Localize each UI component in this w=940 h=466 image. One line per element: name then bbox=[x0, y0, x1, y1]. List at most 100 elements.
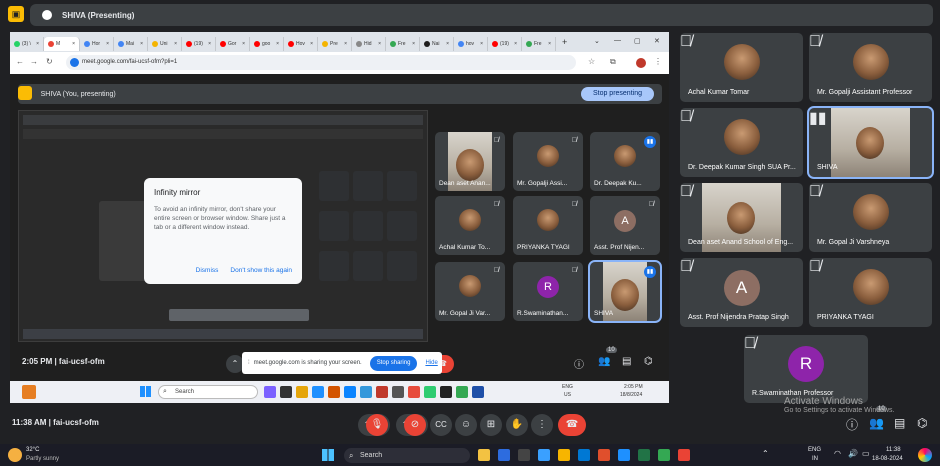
inner-chat-icon[interactable]: ▤ bbox=[622, 356, 631, 367]
browser-tab[interactable]: goo × bbox=[250, 37, 284, 51]
browser-tab[interactable]: Fre × bbox=[522, 37, 556, 51]
taskbar-app-icon[interactable] bbox=[498, 449, 510, 461]
browser-tab[interactable]: Hid × bbox=[352, 37, 386, 51]
participant-tile[interactable]: 🎙̸ Mr. Gopal Ji Var... bbox=[435, 262, 505, 321]
inner-taskbar-app-icon[interactable] bbox=[312, 386, 324, 398]
bookmark-star-icon[interactable]: ☆ bbox=[588, 57, 595, 66]
tab-close-icon[interactable]: × bbox=[174, 41, 177, 47]
browser-tab[interactable]: Nai × bbox=[420, 37, 454, 51]
browser-tab[interactable]: Mai × bbox=[114, 37, 148, 51]
inner-activities-icon[interactable]: ⌬ bbox=[644, 356, 653, 367]
copilot-icon[interactable] bbox=[918, 448, 932, 462]
participant-tile[interactable]: 🎙̸ Dean aset Anan... bbox=[435, 132, 505, 191]
present-screen-icon[interactable]: ⊞ bbox=[480, 414, 502, 436]
taskbar-app-icon[interactable] bbox=[678, 449, 690, 461]
end-call-icon[interactable]: ☎ bbox=[558, 414, 586, 436]
browser-tab[interactable]: Gor × bbox=[216, 37, 250, 51]
inner-taskbar-app-icon[interactable] bbox=[408, 386, 420, 398]
site-info-icon[interactable] bbox=[70, 58, 79, 67]
participant-tile[interactable]: A 🎙̸ Asst. Prof Nijen... bbox=[590, 196, 660, 255]
tab-close-icon[interactable]: × bbox=[276, 41, 279, 47]
tab-search-icon[interactable]: ⌄ bbox=[594, 37, 600, 45]
participant-tile[interactable]: 🎙̸ Dean aset Anand School of Eng... bbox=[680, 183, 803, 252]
inner-taskbar-app-icon[interactable] bbox=[328, 386, 340, 398]
inner-notification-icon[interactable] bbox=[22, 385, 36, 399]
participant-tile[interactable]: ▮▮ SHIVA bbox=[807, 106, 934, 179]
activities-icon[interactable]: ⌬ bbox=[917, 416, 927, 430]
stop-presenting-button[interactable]: Stop presenting bbox=[580, 87, 654, 101]
browser-tab[interactable]: (3) \ × bbox=[10, 37, 44, 51]
url-input[interactable]: meet.google.com/fai-ucsf-ofm?pli=1 bbox=[66, 55, 576, 70]
taskbar-app-icon[interactable] bbox=[638, 449, 650, 461]
inner-taskbar-app-icon[interactable] bbox=[344, 386, 356, 398]
more-options-icon[interactable]: ⋮ bbox=[531, 414, 553, 436]
weather-icon[interactable] bbox=[8, 448, 22, 462]
meeting-info-icon[interactable]: ⓘ bbox=[846, 416, 858, 433]
tab-close-icon[interactable]: × bbox=[72, 41, 75, 47]
tab-close-icon[interactable]: × bbox=[106, 41, 109, 47]
tab-close-icon[interactable]: × bbox=[208, 41, 211, 47]
browser-tab[interactable]: Hov × bbox=[284, 37, 318, 51]
browser-tab[interactable]: Hor × bbox=[80, 37, 114, 51]
taskbar-app-icon[interactable] bbox=[658, 449, 670, 461]
participant-tile[interactable]: 🎙̸ Mr. Gopal Ji Varshneya bbox=[809, 183, 932, 252]
inner-taskbar-app-icon[interactable] bbox=[424, 386, 436, 398]
stop-sharing-button[interactable]: Stop sharing bbox=[369, 355, 418, 371]
participant-tile[interactable]: R 🎙̸ R.Swaminathan Professor bbox=[744, 335, 868, 403]
browser-tab[interactable]: Uni × bbox=[148, 37, 182, 51]
taskbar-app-icon[interactable] bbox=[518, 449, 530, 461]
minimize-icon[interactable]: — bbox=[614, 37, 621, 44]
present-icon[interactable]: ▣ bbox=[8, 6, 24, 22]
taskbar-app-icon[interactable] bbox=[558, 449, 570, 461]
battery-icon[interactable]: ▭ bbox=[862, 449, 870, 458]
back-icon[interactable]: ← bbox=[16, 57, 24, 66]
tab-close-icon[interactable]: × bbox=[480, 41, 483, 47]
volume-icon[interactable]: 🔊 bbox=[848, 449, 858, 458]
browser-tab[interactable]: Fre × bbox=[386, 37, 420, 51]
tab-close-icon[interactable]: × bbox=[36, 41, 39, 47]
browser-tab[interactable]: (19) × bbox=[182, 37, 216, 51]
participant-tile[interactable]: 🎙̸ Achal Kumar To... bbox=[435, 196, 505, 255]
taskbar-app-icon[interactable] bbox=[598, 449, 610, 461]
close-icon[interactable]: ✕ bbox=[654, 37, 660, 45]
tab-close-icon[interactable]: × bbox=[140, 41, 143, 47]
inner-info-icon[interactable]: ⓘ bbox=[574, 356, 584, 371]
forward-icon[interactable]: → bbox=[30, 57, 38, 66]
chat-icon[interactable]: ▤ bbox=[894, 416, 905, 430]
reload-icon[interactable]: ↻ bbox=[46, 57, 53, 66]
inner-taskbar-app-icon[interactable] bbox=[264, 386, 276, 398]
camera-off-icon[interactable]: ⊘ bbox=[404, 414, 426, 436]
new-tab-button[interactable]: + bbox=[562, 37, 567, 47]
participant-tile[interactable]: 🎙̸ PRIYANKA TYAGI bbox=[513, 196, 583, 255]
tab-close-icon[interactable]: × bbox=[548, 41, 551, 47]
participant-tile[interactable]: 🎙̸ Mr. Gopalji Assistant Professor bbox=[809, 33, 932, 102]
tab-close-icon[interactable]: × bbox=[514, 41, 517, 47]
tab-close-icon[interactable]: × bbox=[242, 41, 245, 47]
dont-show-again-button[interactable]: Don't show this again bbox=[230, 267, 292, 274]
participant-tile[interactable]: 🎙̸ Achal Kumar Tomar bbox=[680, 33, 803, 102]
profile-icon[interactable] bbox=[636, 58, 646, 68]
captions-icon[interactable]: CC bbox=[430, 414, 452, 436]
menu-icon[interactable]: ⋮ bbox=[654, 57, 662, 66]
participant-tile[interactable]: 🎙̸ Dr. Deepak Kumar Singh SUA Pr... bbox=[680, 108, 803, 177]
participant-tile[interactable]: R 🎙̸ R.Swaminathan... bbox=[513, 262, 583, 321]
tab-close-icon[interactable]: × bbox=[378, 41, 381, 47]
participant-tile[interactable]: ▮▮ SHIVA bbox=[588, 260, 662, 323]
taskbar-app-icon[interactable] bbox=[618, 449, 630, 461]
browser-tab[interactable]: M × bbox=[44, 37, 80, 51]
participant-tile[interactable]: 🎙̸ PRIYANKA TYAGI bbox=[809, 258, 932, 327]
extensions-icon[interactable]: ⧉ bbox=[610, 57, 616, 67]
maximize-icon[interactable]: ▢ bbox=[634, 37, 641, 45]
inner-taskbar-app-icon[interactable] bbox=[456, 386, 468, 398]
browser-tab[interactable]: Pre × bbox=[318, 37, 352, 51]
dismiss-button[interactable]: Dismiss bbox=[196, 267, 219, 274]
taskbar-search-box[interactable]: ⌕ Search bbox=[344, 448, 470, 463]
inner-taskbar-app-icon[interactable] bbox=[360, 386, 372, 398]
raise-hand-icon[interactable]: ✋ bbox=[506, 414, 528, 436]
participant-tile[interactable]: 🎙̸ Mr. Gopalji Assi... bbox=[513, 132, 583, 191]
mic-off-icon[interactable]: 🎙 bbox=[366, 414, 388, 436]
tab-close-icon[interactable]: × bbox=[446, 41, 449, 47]
taskbar-app-icon[interactable] bbox=[478, 449, 490, 461]
tab-close-icon[interactable]: × bbox=[412, 41, 415, 47]
inner-taskbar-app-icon[interactable] bbox=[472, 386, 484, 398]
